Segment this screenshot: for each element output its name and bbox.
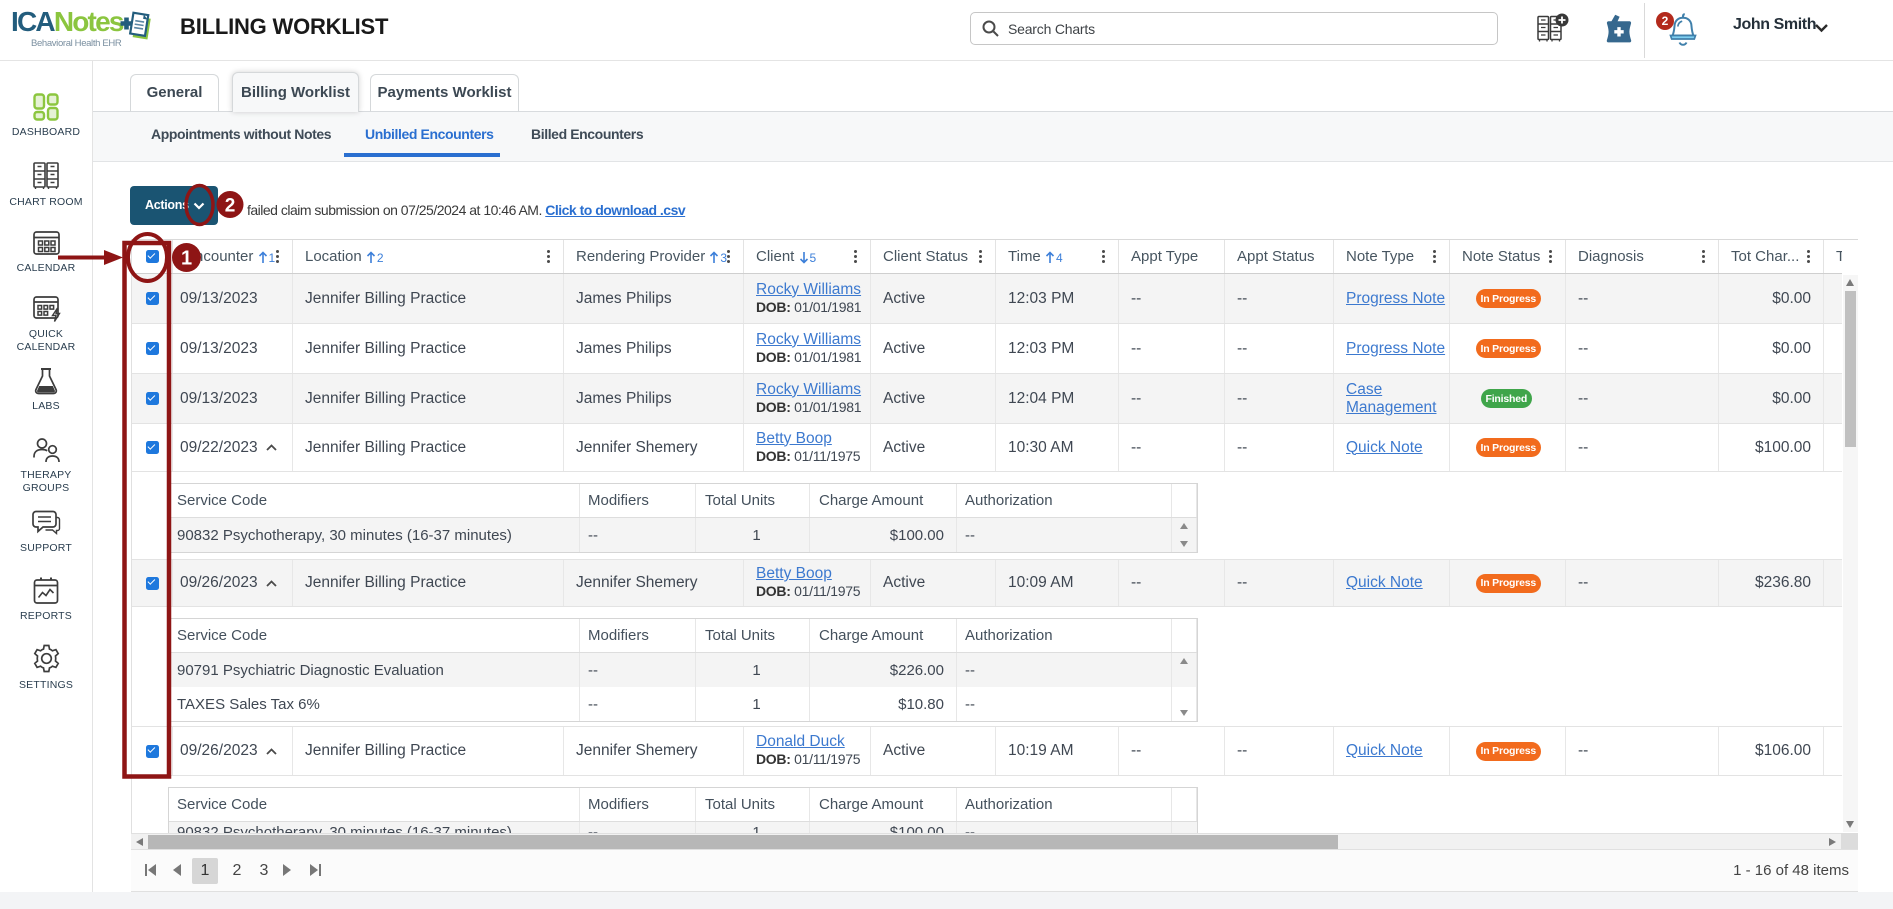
svg-text:2: 2	[225, 196, 236, 217]
